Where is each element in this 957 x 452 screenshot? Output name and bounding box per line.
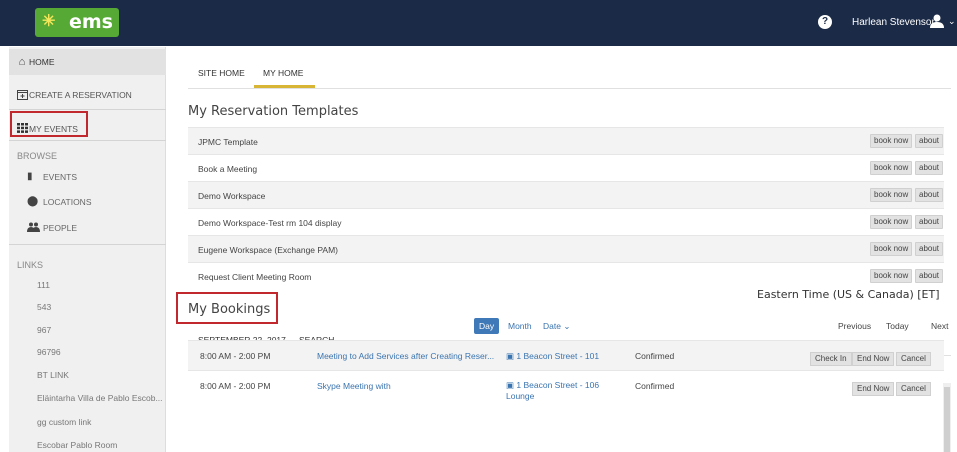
next-button[interactable]: Next [931, 321, 948, 331]
sidebar-link[interactable]: Escobar Pablo Room [37, 440, 165, 450]
sidebar-link[interactable]: 111 [37, 280, 165, 290]
date-picker-button[interactable]: Date ⌄ [543, 321, 570, 332]
cancel-button[interactable]: Cancel [896, 352, 931, 366]
book-now-button[interactable]: book now [870, 269, 913, 283]
about-button[interactable]: about [915, 161, 944, 175]
user-name[interactable]: Harlean Stevenson [852, 17, 937, 28]
sidebar-item-home[interactable]: ⌂ HOME [9, 49, 166, 75]
template-row: Demo Workspace-Test rm 104 display book … [188, 208, 944, 235]
template-row: Eugene Workspace (Exchange PAM) book now… [188, 235, 944, 262]
cancel-button[interactable]: Cancel [896, 382, 931, 396]
building-icon: ▣ [506, 351, 515, 361]
book-now-button[interactable]: book now [870, 242, 913, 256]
templates-heading: My Reservation Templates [188, 104, 359, 119]
user-icon[interactable] [929, 13, 945, 29]
location-line-1: 1 Beacon Street - 101 [516, 351, 600, 361]
sidebar-link[interactable]: 96796 [37, 347, 165, 357]
tab-site-home[interactable]: SITE HOME [198, 68, 245, 78]
book-now-button[interactable]: book now [870, 161, 913, 175]
template-row: JPMC Template book now about [188, 127, 944, 154]
about-button[interactable]: about [915, 134, 944, 148]
check-in-button[interactable]: Check In [810, 352, 852, 366]
timezone-label: Eastern Time (US & Canada) [ET] [757, 288, 940, 301]
booking-status: Confirmed [635, 351, 675, 361]
ems-logo[interactable]: ✳ ems [35, 8, 119, 37]
sidebar-link[interactable]: Eläintarha Villa de Pablo Escob... [37, 393, 165, 403]
sidebar-link[interactable]: BT LINK [37, 370, 165, 380]
end-now-button[interactable]: End Now [852, 352, 895, 366]
day-view-button[interactable]: Day [474, 318, 500, 334]
sidebar-link[interactable]: 967 [37, 325, 165, 335]
previous-button[interactable]: Previous [838, 321, 871, 331]
booking-location[interactable]: ▣ 1 Beacon Street - 101 [506, 351, 599, 362]
template-name: Demo Workspace-Test rm 104 display [198, 218, 342, 228]
template-name: Demo Workspace [198, 191, 266, 201]
sidebar: ⌂ HOME CREATE A RESERVATION MY EVENTS BR… [9, 47, 166, 452]
template-row: Demo Workspace book now about [188, 181, 944, 208]
booking-title[interactable]: Meeting to Add Services after Creating R… [317, 351, 494, 361]
sidebar-item-label: PEOPLE [43, 223, 78, 233]
users-icon [27, 222, 40, 235]
booking-time: 8:00 AM - 2:00 PM [200, 351, 271, 361]
booking-status: Confirmed [635, 381, 675, 391]
template-name: Eugene Workspace (Exchange PAM) [198, 245, 339, 255]
booking-title[interactable]: Skype Meeting with [317, 381, 391, 391]
template-row: Book a Meeting book now about [188, 154, 944, 181]
tabs-divider [188, 88, 951, 89]
main-content: SITE HOME MY HOME My Reservation Templat… [166, 46, 957, 452]
booking-location[interactable]: ▣ 1 Beacon Street - 106 Lounge [506, 380, 599, 402]
highlight-box [10, 111, 88, 137]
chevron-down-icon[interactable]: ⌄ [948, 16, 956, 27]
template-name: JPMC Template [198, 137, 258, 147]
sidebar-item-create-reservation[interactable]: CREATE A RESERVATION [9, 82, 166, 108]
sidebar-item-label: EVENTS [43, 172, 78, 182]
calendar-plus-icon [16, 89, 28, 101]
booking-row: 8:00 AM - 2:00 PM Skype Meeting with ▣ 1… [188, 370, 944, 404]
month-view-button[interactable]: Month [508, 321, 532, 331]
sidebar-divider [9, 244, 166, 245]
book-now-button[interactable]: book now [870, 188, 913, 202]
location-line-2: Lounge [506, 391, 535, 401]
booking-row: 8:00 AM - 2:00 PM Meeting to Add Service… [188, 340, 944, 370]
sidebar-item-label: HOME [29, 57, 55, 67]
tab-my-home[interactable]: MY HOME [263, 68, 303, 78]
template-row: Request Client Meeting Room book now abo… [188, 262, 944, 289]
sidebar-item-label: CREATE A RESERVATION [29, 90, 132, 100]
home-icon: ⌂ [18, 56, 26, 68]
sunburst-icon: ✳ [42, 13, 56, 30]
book-now-button[interactable]: book now [870, 134, 913, 148]
today-button[interactable]: Today [886, 321, 909, 331]
logo-text: ems [69, 11, 113, 33]
bookings-scrollbar[interactable] [943, 383, 951, 452]
about-button[interactable]: about [915, 269, 944, 283]
bookmark-icon: ▮ [27, 171, 33, 182]
highlight-box [176, 292, 278, 324]
question-circle-icon[interactable]: ? [818, 15, 832, 29]
about-button[interactable]: about [915, 188, 944, 202]
sidebar-item-label: LOCATIONS [43, 197, 92, 207]
browse-heading: BROWSE [17, 151, 58, 161]
booking-time: 8:00 AM - 2:00 PM [200, 381, 271, 391]
end-now-button[interactable]: End Now [852, 382, 895, 396]
sidebar-divider [9, 109, 166, 110]
sidebar-divider [9, 140, 166, 141]
building-icon: ▣ [506, 380, 515, 390]
about-button[interactable]: about [915, 215, 944, 229]
template-name: Book a Meeting [198, 164, 258, 174]
links-heading: LINKS [17, 260, 44, 270]
scrollbar-thumb[interactable] [944, 387, 950, 452]
sidebar-link[interactable]: gg custom link [37, 417, 165, 427]
about-button[interactable]: about [915, 242, 944, 256]
template-name: Request Client Meeting Room [198, 272, 312, 282]
sidebar-link[interactable]: 543 [37, 302, 165, 312]
book-now-button[interactable]: book now [870, 215, 913, 229]
map-marker-icon: ⬤ [27, 196, 39, 207]
location-line-1: 1 Beacon Street - 106 [516, 380, 600, 390]
top-bar: ✳ ems ? Harlean Stevenson ⌄ [0, 0, 957, 46]
